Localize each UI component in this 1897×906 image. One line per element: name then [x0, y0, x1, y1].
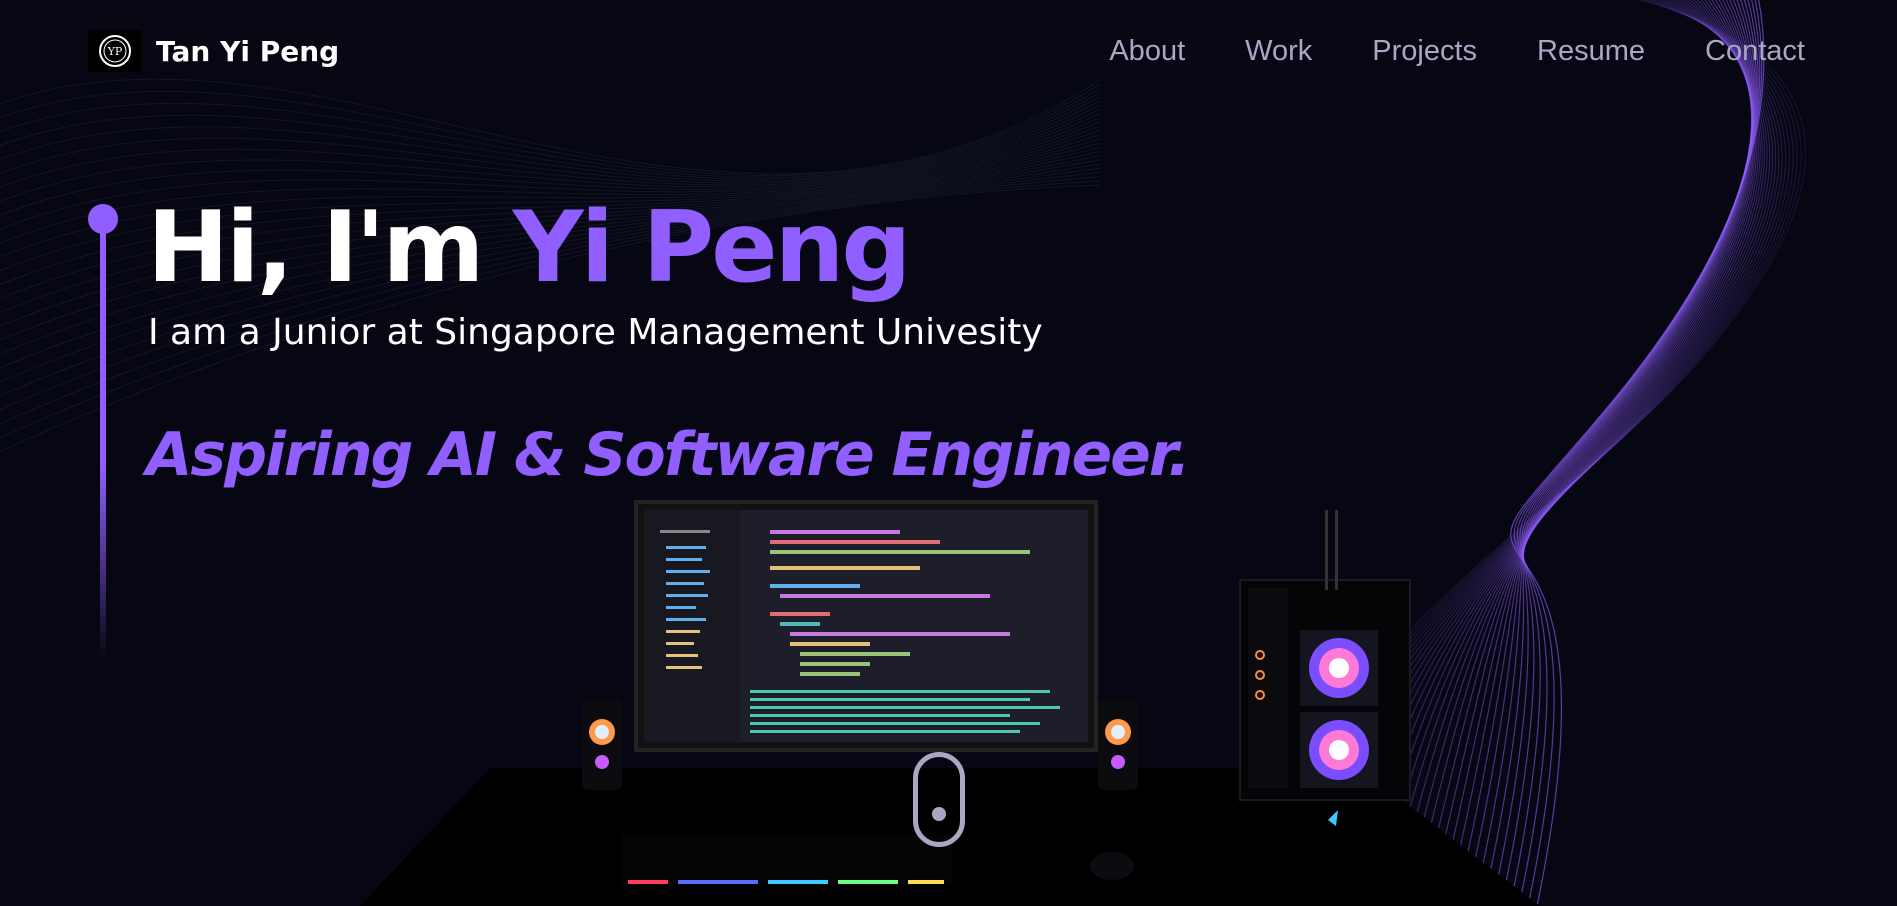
hero-title: Hi, I'm Yi Peng — [147, 196, 912, 300]
navbar: YP Tan Yi Peng About Work Projects Resum… — [88, 30, 1805, 72]
tagline-plain: Aspiring — [146, 420, 431, 490]
wave-line-right — [1516, 0, 1761, 906]
pc-case — [1239, 510, 1411, 826]
nav-about[interactable]: About — [1109, 35, 1185, 68]
hero-greeting: Hi, I'm — [147, 191, 513, 305]
keyboard — [622, 835, 952, 885]
scroll-down-button[interactable] — [913, 752, 965, 847]
mouse-scroll-icon — [932, 807, 946, 821]
wave-line-right — [1513, 0, 1763, 906]
wave-line-right — [1510, 0, 1765, 906]
main-nav: About Work Projects Resume Contact — [1109, 35, 1805, 68]
nav-contact[interactable]: Contact — [1705, 35, 1805, 68]
wave-line-left — [0, 96, 1101, 182]
yp-logo-icon: YP — [99, 35, 131, 67]
desk-mouse — [1090, 852, 1134, 880]
wave-line-right — [1509, 0, 1759, 906]
monitor — [634, 500, 1098, 752]
hero-subtitle: I am a Junior at Singapore Management Un… — [148, 312, 1043, 353]
brand-name: Tan Yi Peng — [156, 34, 340, 68]
logo: YP — [88, 30, 142, 72]
nav-work[interactable]: Work — [1245, 35, 1312, 68]
hero-tagline: Aspiring AI & Software Engineer. — [146, 420, 1191, 490]
accent-bar — [100, 230, 106, 660]
wave-line-left — [0, 83, 1101, 176]
right-speaker — [1098, 700, 1138, 790]
nav-projects[interactable]: Projects — [1372, 35, 1477, 68]
hero-accent-line — [88, 204, 118, 704]
nav-resume[interactable]: Resume — [1537, 35, 1645, 68]
tagline-emphasis: AI & Software Engineer. — [430, 420, 1190, 490]
brand-link[interactable]: YP Tan Yi Peng — [88, 30, 339, 72]
hero-name: Yi Peng — [512, 191, 912, 305]
left-speaker — [582, 700, 622, 790]
logo-monogram: YP — [107, 45, 123, 58]
wave-line-left — [0, 104, 1101, 188]
wave-line-left — [0, 92, 1101, 180]
